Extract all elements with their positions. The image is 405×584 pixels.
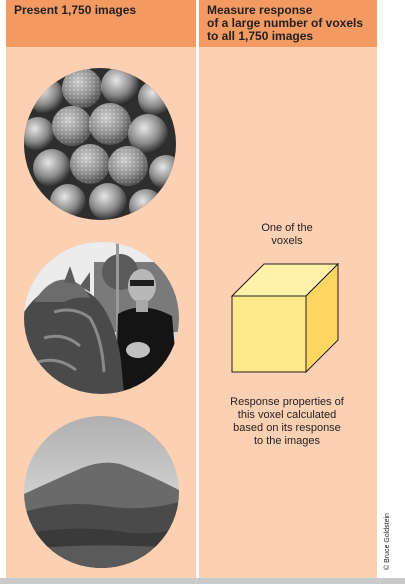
left-panel-header: Present 1,750 images	[6, 0, 196, 47]
response-line-2: this voxel calculated	[237, 409, 337, 421]
voxel-label-line-2: voxels	[271, 235, 303, 247]
bottom-rule	[0, 578, 405, 584]
response-line-4: to the images	[253, 435, 321, 447]
response-line-3: based on its response	[233, 422, 341, 434]
carousel-image	[24, 242, 179, 394]
photo-credit: © Bruce Goldstein	[384, 513, 391, 570]
voxel-label-line-1: One of the	[261, 222, 313, 234]
voxel-label: One of the voxels	[228, 222, 346, 248]
left-header-text: Present 1,750 images	[14, 3, 137, 17]
response-description: Response properties of this voxel calcul…	[212, 396, 362, 448]
hills-image	[24, 416, 179, 568]
right-header-line-3: to all 1,750 images	[207, 29, 314, 43]
voxel-front-face	[231, 295, 307, 373]
figure: Present 1,750 images Measure response of…	[0, 0, 405, 584]
cactus-image	[24, 68, 176, 220]
voxel-cube	[230, 262, 340, 374]
response-line-1: Response properties of	[230, 396, 344, 408]
right-panel-header: Measure response of a large number of vo…	[199, 0, 377, 47]
